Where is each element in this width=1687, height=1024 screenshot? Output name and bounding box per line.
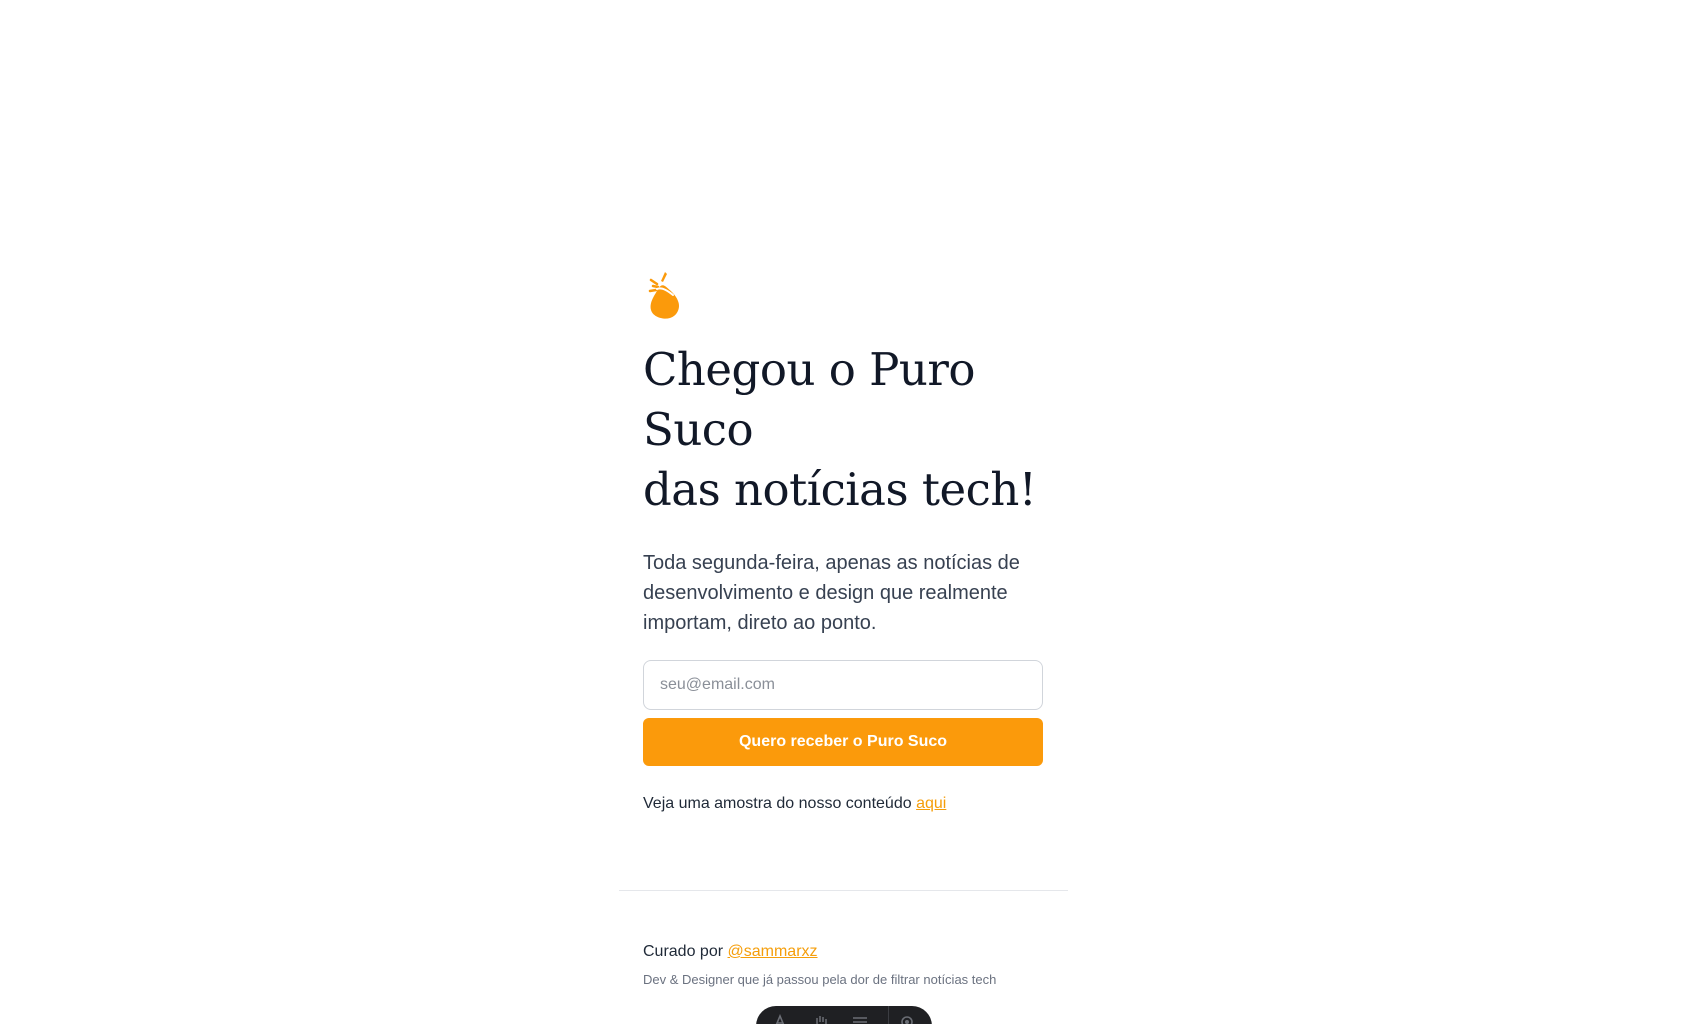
footer-divider [619,890,1068,891]
floating-toolbar [756,1006,932,1024]
settings-icon[interactable] [899,1014,915,1024]
signup-form: Quero receber o Puro Suco [643,660,1043,766]
page-title: Chegou o Puro Suco das notícias tech! [643,340,1043,520]
footer: Curado por @sammarxz Dev & Designer que … [643,942,1063,988]
sample-link[interactable]: aqui [916,795,946,812]
hero-section: Chegou o Puro Suco das notícias tech! To… [643,270,1043,814]
toolbar-separator [888,1006,889,1024]
headline-line-1: Chegou o Puro Suco [643,343,976,456]
curator-bio: Dev & Designer que já passou pela dor de… [643,972,997,987]
sample-note: Veja uma amostra do nosso conteúdo aqui [643,794,1043,814]
subscribe-button[interactable]: Quero receber o Puro Suco [643,718,1043,766]
sample-text: Veja uma amostra do nosso conteúdo [643,795,912,812]
curated-prefix: Curado por [643,943,724,960]
email-field[interactable] [643,660,1043,710]
menu-icon[interactable] [852,1014,868,1024]
landing-page: Chegou o Puro Suco das notícias tech! To… [0,0,1687,1024]
hero-subtitle: Toda segunda-feira, apenas as notícias d… [643,552,1020,634]
curated-by: Curado por @sammarxz [643,942,1063,962]
headline-line-2: das notícias tech! [643,463,1037,516]
hand-icon[interactable] [813,1014,829,1024]
juice-drop-icon [648,272,680,319]
text-icon[interactable] [772,1014,788,1024]
curator-link[interactable]: @sammarxz [728,943,818,960]
